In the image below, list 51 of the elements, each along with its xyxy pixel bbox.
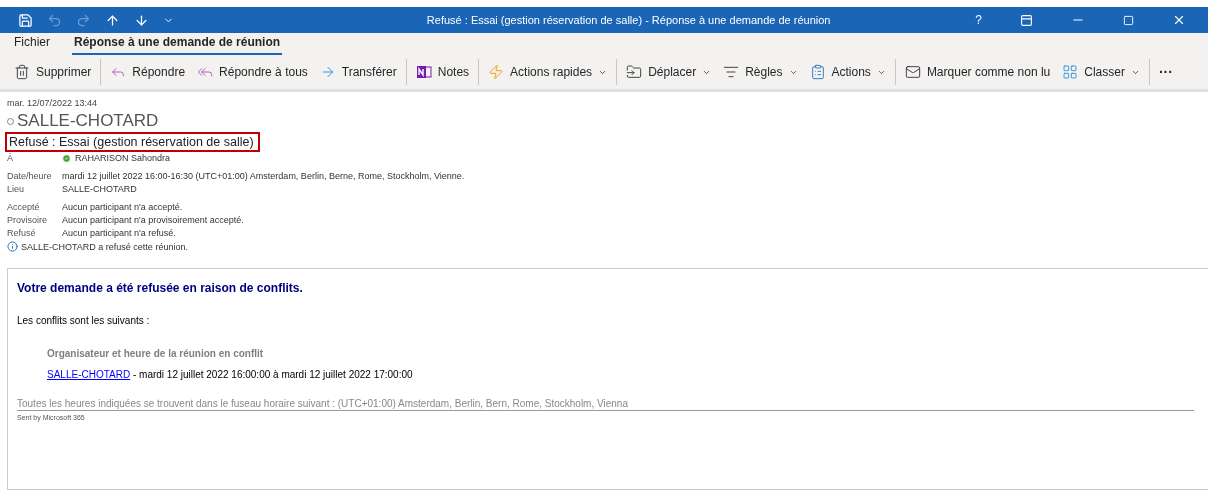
close-icon[interactable] <box>1172 13 1186 27</box>
field-label: Accepté <box>7 202 41 212</box>
toolbar-button[interactable]: Actions <box>803 60 892 84</box>
recipient-name: RAHARISON Sahondra <box>75 153 171 163</box>
accepted-icon <box>62 153 71 163</box>
lightning-icon <box>488 64 505 80</box>
toolbar-button[interactable]: Classer <box>1056 60 1146 84</box>
field-value: Aucun participant n'a provisoirement accepté. <box>62 215 245 225</box>
field-value: mardi 12 juillet 2022 16:00-16:30 (UTC+01:00) Amsterdam, Berlin, Berne, Rome, Stockholm, Vienne. <box>62 171 466 181</box>
field-value: Aucun participant n'a refusé. <box>62 228 177 238</box>
move-icon <box>626 64 643 80</box>
notes-icon <box>415 64 432 80</box>
ribbon-tab[interactable]: Fichier <box>12 35 52 55</box>
help-button[interactable]: ? <box>963 13 994 27</box>
toolbar-button[interactable]: Répondre <box>104 60 192 84</box>
body-heading: Votre demande a été refusée en raison de conflits. <box>17 281 304 295</box>
window-title: Refusé : Essai (gestion réservation de salle) - Réponse à une demande de réunion <box>425 14 832 26</box>
field-label: À <box>7 153 14 163</box>
info-text: SALLE-CHOTARD a refusé cette réunion. <box>21 241 188 252</box>
sender-name: SALLE-CHOTARD <box>17 111 159 131</box>
toolbar-button[interactable]: Transférer <box>313 60 403 84</box>
conflict-heading: Organisateur et heure de la réunion en conflit <box>47 348 265 359</box>
field-label: Refusé <box>7 228 37 238</box>
conflict-line: SALLE-CHOTARD - mardi 12 juillet 2022 16:00:00 à mardi 12 juillet 2022 17:00:00 <box>47 369 414 380</box>
toolbar-button[interactable]: Déplacer <box>620 60 718 84</box>
save-icon[interactable] <box>18 12 33 28</box>
body-text: Les conflits sont les suivants : <box>17 315 151 326</box>
envelope-icon <box>904 64 921 80</box>
toolbar-button[interactable]: Actions rapides <box>482 60 614 84</box>
field-value: Aucun participant n'a accepté. <box>62 202 184 212</box>
toolbar-button[interactable]: Règles <box>717 60 804 84</box>
message-subject: Refusé : Essai (gestion réservation de salle) <box>5 132 260 152</box>
organizer-link[interactable]: SALLE-CHOTARD <box>47 369 131 380</box>
toolbar-button[interactable]: Notes <box>409 60 476 84</box>
more-button[interactable]: ··· <box>1152 60 1179 84</box>
field-label: Date/heure <box>7 171 53 181</box>
timezone-note: Toutes les heures indiquées se trouvent dans le fuseau horaire suivant : (UTC+01:00) Amsterdam, Berlin, Bern, Rome, Stockholm, Vienna <box>17 398 1194 411</box>
trash-icon <box>14 64 30 80</box>
toolbar-button[interactable]: Marquer comme non lu <box>898 60 1057 84</box>
message-date: mar. 12/07/2022 13:44 <box>7 98 99 108</box>
rules-icon <box>723 64 740 80</box>
ribbon-display-icon[interactable] <box>1020 13 1033 27</box>
maximize-icon[interactable] <box>1123 14 1134 26</box>
field-label: Provisoire <box>7 215 48 225</box>
toolbar-button[interactable]: Supprimer <box>8 60 98 84</box>
toolbar-button[interactable]: Répondre à tous <box>191 60 314 84</box>
actions-icon <box>809 64 826 80</box>
categorize-icon <box>1062 64 1079 80</box>
field-label: Lieu <box>7 184 25 194</box>
field-value: SALLE-CHOTARD <box>62 184 138 194</box>
info-icon <box>7 241 18 252</box>
